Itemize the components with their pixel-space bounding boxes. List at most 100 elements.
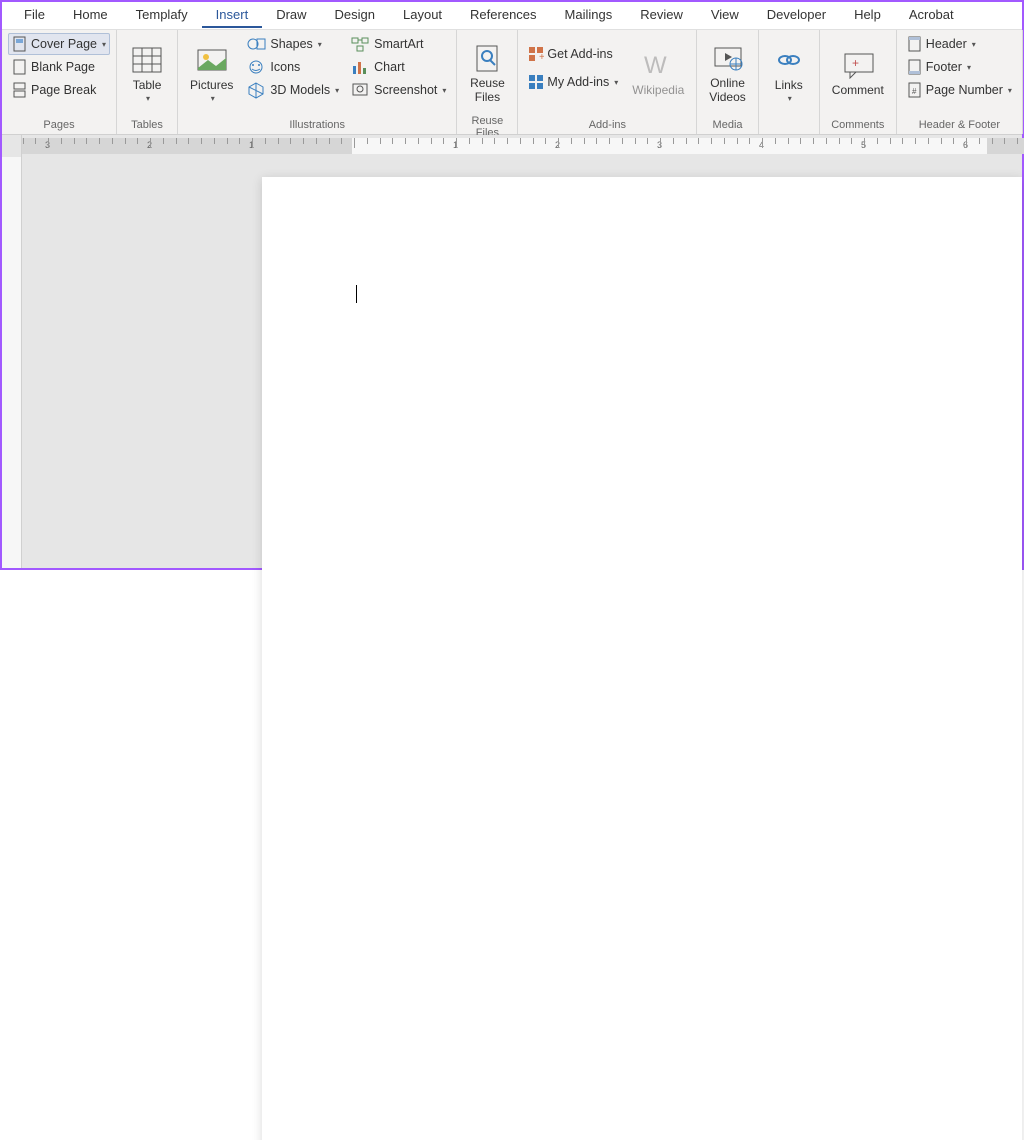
my-addins-icon	[528, 74, 544, 90]
illustrations-group-label: Illustrations	[184, 117, 450, 134]
screenshot-label: Screenshot	[374, 83, 437, 97]
links-button[interactable]: Links ▾	[765, 33, 813, 113]
tab-review[interactable]: Review	[626, 3, 697, 28]
header-icon	[907, 36, 923, 52]
tab-file[interactable]: File	[10, 3, 59, 28]
svg-text:+: +	[539, 52, 544, 62]
tab-acrobat[interactable]: Acrobat	[895, 3, 968, 28]
table-label: Table	[133, 78, 162, 92]
link-icon	[773, 44, 805, 76]
chevron-down-icon: ▾	[1008, 86, 1012, 95]
chevron-down-icon: ▾	[967, 63, 971, 72]
tab-layout[interactable]: Layout	[389, 3, 456, 28]
horizontal-ruler[interactable]: 112233456	[2, 135, 1022, 157]
chevron-down-icon: ▾	[318, 40, 322, 49]
get-addins-label: Get Add-ins	[547, 47, 612, 61]
smartart-icon	[351, 35, 371, 53]
tab-developer[interactable]: Developer	[753, 3, 840, 28]
tab-help[interactable]: Help	[840, 3, 895, 28]
icons-icon	[247, 58, 267, 76]
tab-view[interactable]: View	[697, 3, 753, 28]
tab-mailings[interactable]: Mailings	[551, 3, 627, 28]
3d-models-button[interactable]: 3D Models ▾	[243, 79, 343, 101]
online-videos-icon	[712, 42, 744, 74]
links-group-label	[765, 129, 813, 134]
page-break-icon	[12, 82, 28, 98]
table-button[interactable]: Table ▾	[123, 33, 171, 113]
footer-label: Footer	[926, 60, 962, 74]
header-footer-group-label: Header & Footer	[903, 117, 1016, 134]
shapes-button[interactable]: Shapes ▾	[243, 33, 343, 55]
page-break-button[interactable]: Page Break	[8, 79, 110, 101]
cover-page-label: Cover Page	[31, 37, 97, 51]
page-break-label: Page Break	[31, 83, 96, 97]
vertical-ruler[interactable]	[2, 157, 22, 568]
ribbon-tabs: File Home Templafy Insert Draw Design La…	[2, 2, 1022, 30]
footer-icon	[907, 59, 923, 75]
tab-home[interactable]: Home	[59, 3, 122, 28]
comments-group-label: Comments	[826, 117, 890, 134]
text-cursor	[356, 285, 357, 303]
group-header-footer: Header ▾ Footer ▾ # Page Number ▾ Header…	[897, 30, 1023, 134]
pictures-label: Pictures	[190, 78, 233, 92]
tab-insert[interactable]: Insert	[202, 3, 263, 28]
smartart-button[interactable]: SmartArt	[347, 33, 450, 55]
blank-page-button[interactable]: Blank Page	[8, 56, 110, 78]
tab-references[interactable]: References	[456, 3, 550, 28]
shapes-icon	[247, 35, 267, 53]
svg-text:#: #	[912, 87, 917, 96]
chevron-down-icon: ▾	[788, 94, 792, 103]
addins-group-label: Add-ins	[524, 117, 690, 134]
group-media: Online Videos Media	[697, 30, 758, 134]
page-area	[22, 157, 1022, 568]
wikipedia-icon: W	[642, 49, 674, 81]
group-addins: + Get Add-ins My Add-ins ▾ W Wikipedia A…	[518, 30, 697, 134]
pictures-icon	[196, 44, 228, 76]
group-reuse-files: Reuse Files Reuse Files	[457, 30, 518, 134]
icons-label: Icons	[270, 60, 300, 74]
shapes-label: Shapes	[270, 37, 312, 51]
chart-label: Chart	[374, 60, 405, 74]
page-number-label: Page Number	[926, 83, 1003, 97]
3d-models-label: 3D Models	[270, 83, 330, 97]
get-addins-icon: +	[528, 46, 544, 62]
page-number-button[interactable]: # Page Number ▾	[903, 79, 1016, 101]
icons-button[interactable]: Icons	[243, 56, 343, 78]
online-videos-label: Online Videos	[709, 76, 745, 105]
tab-design[interactable]: Design	[321, 3, 389, 28]
footer-button[interactable]: Footer ▾	[903, 56, 1016, 78]
links-label: Links	[775, 78, 803, 92]
tables-group-label: Tables	[123, 117, 171, 134]
blank-page-icon	[12, 59, 28, 75]
media-group-label: Media	[703, 117, 751, 134]
svg-text:+: +	[852, 56, 859, 70]
my-addins-button[interactable]: My Add-ins ▾	[524, 71, 622, 93]
screenshot-icon	[351, 81, 371, 99]
document-workspace	[2, 157, 1022, 568]
reuse-files-button[interactable]: Reuse Files	[463, 33, 511, 113]
group-links: Links ▾	[759, 30, 820, 134]
comment-button[interactable]: + Comment	[826, 33, 890, 113]
pages-group-label: Pages	[8, 117, 110, 134]
tab-draw[interactable]: Draw	[262, 3, 320, 28]
group-tables: Table ▾ Tables	[117, 30, 178, 134]
header-button[interactable]: Header ▾	[903, 33, 1016, 55]
cover-page-icon	[12, 36, 28, 52]
ribbon: Cover Page ▾ Blank Page Page Break Pages	[2, 30, 1022, 135]
comment-icon: +	[842, 49, 874, 81]
document-page[interactable]	[262, 177, 1022, 1140]
pictures-button[interactable]: Pictures ▾	[184, 33, 239, 113]
my-addins-label: My Add-ins	[547, 75, 609, 89]
online-videos-button[interactable]: Online Videos	[703, 33, 751, 113]
header-label: Header	[926, 37, 967, 51]
tab-templafy[interactable]: Templafy	[122, 3, 202, 28]
chart-button[interactable]: Chart	[347, 56, 450, 78]
get-addins-button[interactable]: + Get Add-ins	[524, 43, 622, 65]
cover-page-button[interactable]: Cover Page ▾	[8, 33, 110, 55]
wikipedia-button[interactable]: W Wikipedia	[626, 33, 690, 113]
group-pages: Cover Page ▾ Blank Page Page Break Pages	[2, 30, 117, 134]
chevron-down-icon: ▾	[211, 94, 215, 103]
chevron-down-icon: ▾	[972, 40, 976, 49]
chart-icon	[351, 58, 371, 76]
screenshot-button[interactable]: Screenshot ▾	[347, 79, 450, 101]
